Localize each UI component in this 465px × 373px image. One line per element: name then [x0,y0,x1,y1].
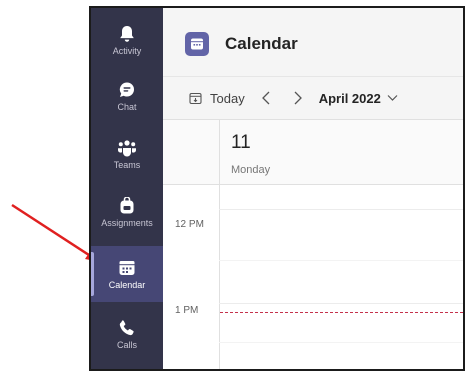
time-label-12pm: 12 PM [175,219,204,230]
half-hour-line [219,342,463,343]
day-header: 11 Monday [163,120,463,185]
rail-item-calls[interactable]: Calls [91,306,163,362]
calendar-icon [119,260,135,275]
gutter-divider [219,120,220,184]
calendar-app-icon [185,32,209,56]
rail-item-label: Activity [112,45,142,56]
previous-week-button[interactable] [261,90,271,106]
chat-icon [119,81,134,97]
rail-item-activity[interactable]: Activity [91,12,163,68]
bell-icon [120,25,134,42]
teams-icon [118,139,136,156]
phone-icon [119,319,134,335]
rail-item-chat[interactable]: Chat [91,68,163,124]
teams-window: Activity Chat Teams Assignments Calendar… [89,6,465,371]
hour-line [219,209,463,210]
calendar-toolbar: Today April 2022 [163,77,463,120]
day-number[interactable]: 11 [231,132,251,154]
rail-item-label: Teams [113,159,141,170]
hour-line [219,303,463,304]
today-button[interactable]: Today [210,91,245,106]
rail-item-label: Calendar [108,279,146,290]
time-label-1pm: 1 PM [175,305,199,316]
half-hour-line [219,260,463,261]
backpack-icon [120,196,134,213]
rail-item-teams[interactable]: Teams [91,126,163,182]
current-time-indicator [220,312,463,313]
time-grid[interactable]: 12 PM 1 PM [163,185,463,369]
month-picker[interactable]: April 2022 [319,91,398,106]
chevron-down-icon [387,95,398,101]
day-name: Monday [231,164,271,176]
rail-item-calendar[interactable]: Calendar [91,246,163,302]
chevron-right-icon [294,91,302,105]
app-rail: Activity Chat Teams Assignments Calendar… [91,8,163,369]
rail-item-label: Assignments [101,217,153,228]
today-icon[interactable] [189,92,202,105]
rail-item-label: Chat [117,101,137,112]
rail-item-label: Calls [116,339,137,350]
page-title: Calendar [225,34,298,53]
app-header: Calendar [163,8,463,77]
rail-item-assignments[interactable]: Assignments [91,184,163,240]
next-week-button[interactable] [293,90,303,106]
chevron-left-icon [261,91,270,105]
month-label: April 2022 [318,90,381,106]
